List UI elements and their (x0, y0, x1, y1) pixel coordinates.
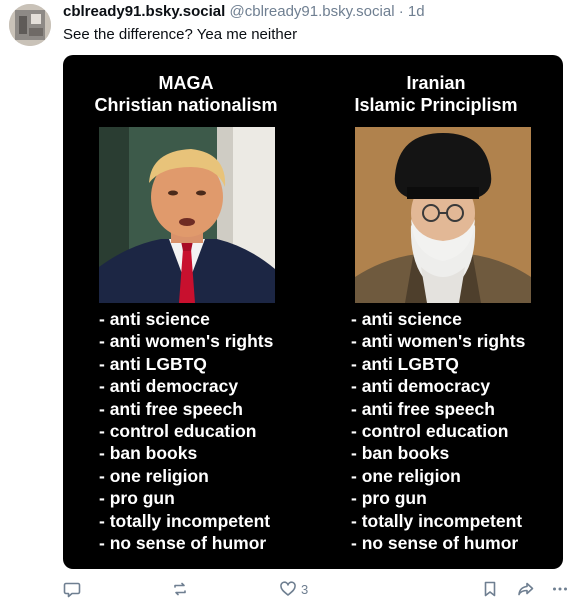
image-embed[interactable]: MAGA Christian nationalism - anti scienc… (63, 55, 563, 569)
left-portrait (99, 127, 275, 303)
list-item: - totally incompetent (351, 510, 523, 531)
right-column: Iranian Islamic Principlism - anti scien… (313, 55, 563, 569)
left-column-title: MAGA Christian nationalism (63, 72, 311, 116)
list-item: - totally incompetent (99, 510, 271, 531)
handle[interactable]: @cblready91.bsky.social (230, 3, 395, 20)
reply-button[interactable] (63, 577, 81, 601)
list-item: - ban books (351, 443, 450, 464)
list-item: - anti science (351, 309, 462, 329)
left-title-line1: MAGA (158, 73, 214, 93)
post-text: See the difference? Yea me neither (63, 26, 298, 43)
list-item: - anti democracy (99, 376, 239, 397)
list-item: - control education (99, 421, 257, 442)
more-icon (551, 580, 569, 598)
list-item: - anti free speech (99, 398, 243, 419)
right-column-title: Iranian Islamic Principlism (311, 72, 561, 116)
right-title-line2: Islamic Principlism (354, 95, 518, 115)
bookmark-button[interactable] (481, 577, 499, 601)
list-item: - ban books (99, 443, 198, 464)
share-button[interactable] (517, 577, 535, 601)
list-item: - one religion (351, 465, 461, 486)
list-item: - no sense of humor (351, 533, 519, 554)
list-item: - control education (351, 421, 509, 442)
separator: · (398, 3, 404, 20)
right-traits-list: - anti science - anti women's rights - a… (351, 308, 525, 554)
repost-button[interactable] (171, 577, 189, 601)
list-item: - no sense of humor (99, 533, 267, 554)
list-item: - anti democracy (351, 376, 491, 397)
left-traits-list: - anti science - anti women's rights - a… (99, 308, 273, 554)
list-item: - anti science (99, 309, 210, 329)
avatar[interactable] (9, 4, 51, 46)
list-item: - anti LGBTQ (351, 353, 459, 374)
share-icon (517, 580, 535, 598)
post-actions: 3 (0, 577, 578, 601)
left-title-line2: Christian nationalism (94, 95, 278, 115)
list-item: - pro gun (99, 488, 175, 509)
post: cblready91.bsky.social @cblready91.bsky.… (0, 0, 578, 605)
left-column: MAGA Christian nationalism - anti scienc… (63, 55, 313, 569)
list-item: - anti women's rights (99, 331, 274, 352)
reply-icon (63, 580, 81, 598)
post-header: cblready91.bsky.social @cblready91.bsky.… (63, 3, 425, 21)
list-item: - anti LGBTQ (99, 353, 207, 374)
like-button[interactable]: 3 (279, 577, 308, 601)
list-item: - one religion (99, 465, 209, 486)
post-time[interactable]: 1d (408, 3, 425, 20)
list-item: - pro gun (351, 488, 427, 509)
more-options-button[interactable] (551, 577, 569, 601)
like-count: 3 (301, 581, 309, 597)
heart-icon (279, 580, 297, 598)
display-name[interactable]: cblready91.bsky.social (63, 3, 225, 20)
right-title-line1: Iranian (406, 73, 466, 93)
right-portrait (355, 127, 531, 303)
list-item: - anti women's rights (351, 331, 526, 352)
list-item: - anti free speech (351, 398, 495, 419)
bookmark-icon (481, 580, 499, 598)
repost-icon (171, 580, 189, 598)
